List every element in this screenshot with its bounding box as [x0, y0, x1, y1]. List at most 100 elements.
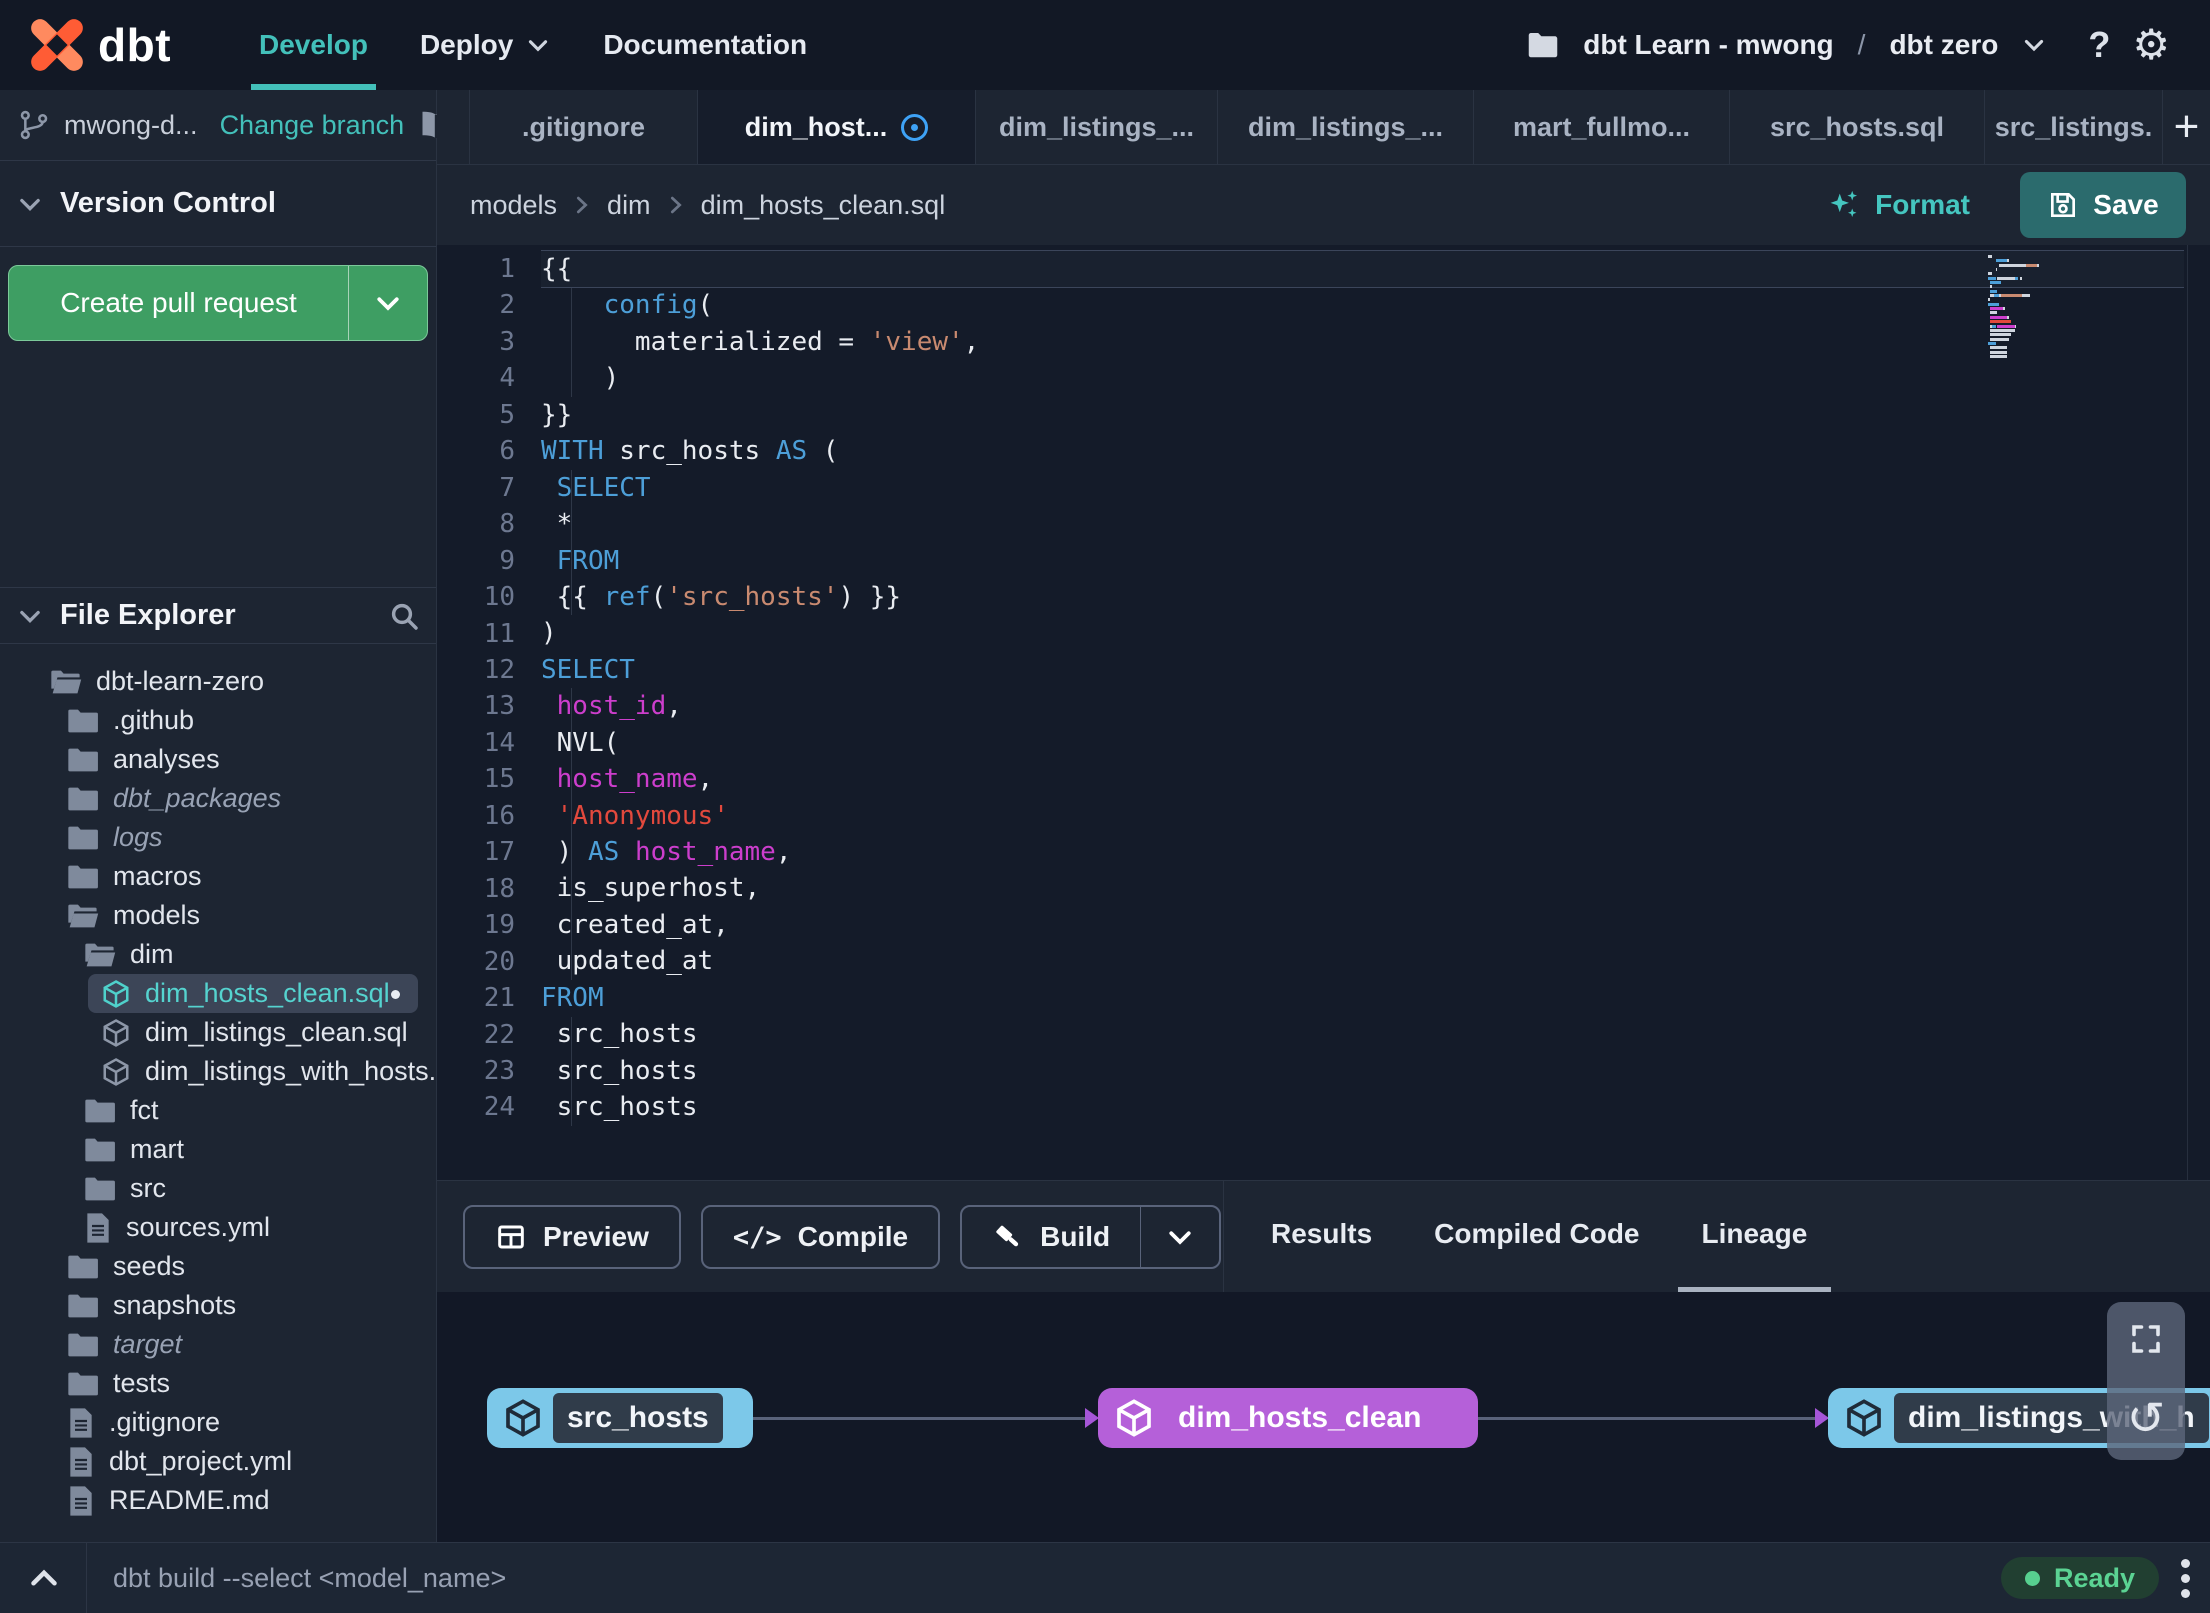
change-branch-link[interactable]: Change branch — [220, 110, 405, 141]
code-line[interactable]: }} — [541, 397, 2184, 433]
tree-item[interactable]: fct — [0, 1091, 436, 1130]
nav-item-documentation[interactable]: Documentation — [577, 0, 833, 90]
tree-item[interactable]: mart — [0, 1130, 436, 1169]
tree-item[interactable]: target — [0, 1325, 436, 1364]
search-icon[interactable] — [388, 600, 420, 632]
lineage-canvas[interactable]: src_hosts dim_hosts_clean dim_listings_wit… — [437, 1292, 2210, 1542]
compile-button-main[interactable]: </> Compile — [703, 1207, 938, 1267]
tree-item[interactable]: seeds — [0, 1247, 436, 1286]
tree-item[interactable]: sources.yml — [0, 1208, 436, 1247]
code-line[interactable]: updated_at — [541, 943, 2184, 979]
code-line[interactable]: SELECT — [541, 652, 2184, 688]
lineage-node[interactable]: src_hosts — [487, 1388, 753, 1448]
code-line[interactable]: * — [541, 506, 2184, 542]
panel-tab-results[interactable]: Results — [1247, 1181, 1396, 1292]
code-token: ( — [697, 290, 714, 321]
sparkles-icon — [1827, 188, 1861, 222]
breadcrumb-item[interactable]: models — [470, 190, 557, 221]
tree-item[interactable]: dim_listings_clean.sql — [0, 1013, 436, 1052]
code-line[interactable]: src_hosts — [541, 1089, 2184, 1125]
create-pull-request-main[interactable]: Create pull request — [9, 266, 348, 340]
tree-item[interactable]: dim_hosts_clean.sql — [0, 974, 436, 1013]
tree-item[interactable]: README.md — [0, 1481, 436, 1520]
code-editor[interactable]: 1 2 3 4 5 6 7 8 9 10 11 12 13 14 15 16 17 18 19 20 21 22 23 24 … — [437, 245, 2210, 1180]
code-line[interactable]: materialized = 'view', — [541, 324, 2184, 360]
tree-item[interactable]: snapshots — [0, 1286, 436, 1325]
code-line[interactable]: is_superhost, — [541, 870, 2184, 906]
tree-item[interactable]: dbt_packages — [0, 779, 436, 818]
code-line[interactable]: {{ ref('src_hosts') }} — [541, 579, 2184, 615]
nav-item-deploy[interactable]: Deploy — [394, 0, 577, 90]
line-number: 24 — [483, 1092, 515, 1123]
project-account[interactable]: dbt Learn - mwong — [1583, 29, 1833, 61]
format-button[interactable]: Format — [1827, 188, 1970, 222]
code-line[interactable]: FROM — [541, 543, 2184, 579]
code-line[interactable]: src_hosts — [541, 1016, 2184, 1052]
preview-button-main[interactable]: Preview — [465, 1207, 679, 1267]
file-tab[interactable]: .gitignore — [470, 90, 698, 164]
tree-item[interactable]: tests — [0, 1364, 436, 1403]
lineage-node[interactable]: dim_hosts_clean — [1098, 1388, 1478, 1448]
code-line[interactable]: ) — [541, 360, 2184, 396]
branch-name[interactable]: mwong-d... — [64, 110, 198, 141]
code-line[interactable]: src_hosts — [541, 1053, 2184, 1089]
file-tab[interactable]: dim_host... — [698, 90, 976, 164]
build-dropdown-button[interactable] — [1141, 1207, 1219, 1267]
tree-item[interactable]: .github — [0, 701, 436, 740]
save-button[interactable]: Save — [2020, 172, 2186, 238]
code-line[interactable]: config( — [541, 287, 2184, 323]
breadcrumb-item[interactable]: dim — [607, 190, 651, 221]
code-line[interactable]: ) — [541, 615, 2184, 651]
breadcrumb-item[interactable]: dim_hosts_clean.sql — [701, 190, 946, 221]
editor-minimap[interactable] — [1988, 255, 2050, 359]
fullscreen-icon[interactable] — [2128, 1321, 2164, 1357]
build-button-main[interactable]: Build — [962, 1207, 1140, 1267]
panel-tab-lineage[interactable]: Lineage — [1677, 1181, 1832, 1292]
settings-gear-icon[interactable]: ⚙ — [2132, 24, 2170, 66]
code-line[interactable]: ) AS host_name, — [541, 834, 2184, 870]
file-tab[interactable]: src_hosts.sql — [1730, 90, 1985, 164]
tree-item[interactable]: .gitignore — [0, 1403, 436, 1442]
file-tab[interactable]: dim_listings_... — [976, 90, 1218, 164]
tree-item[interactable]: models — [0, 896, 436, 935]
tree-item[interactable]: src — [0, 1169, 436, 1208]
tree-item[interactable]: dim — [0, 935, 436, 974]
tree-item[interactable]: macros — [0, 857, 436, 896]
chevron-down-icon[interactable] — [2020, 31, 2048, 59]
version-control-header[interactable]: Version Control — [0, 161, 436, 247]
code-line[interactable]: host_id, — [541, 688, 2184, 724]
nav-item-develop[interactable]: Develop — [233, 0, 394, 90]
code-line[interactable]: NVL( — [541, 725, 2184, 761]
file-tab[interactable]: src_listings. — [1985, 90, 2163, 164]
file-tab[interactable]: mart_fullmo... — [1474, 90, 1730, 164]
code-line[interactable]: FROM — [541, 980, 2184, 1016]
file-icon — [67, 1446, 95, 1478]
code-content[interactable]: {{ config( materialized = 'view', )}} WIT… — [541, 251, 2184, 1126]
tree-item[interactable]: analyses — [0, 740, 436, 779]
code-line[interactable]: WITH src_hosts AS ( — [541, 433, 2184, 469]
refresh-icon[interactable]: ↺ — [2127, 1395, 2166, 1441]
dbt-logo[interactable]: dbt — [28, 16, 171, 74]
code-line[interactable]: {{ — [541, 251, 2184, 288]
tree-item[interactable]: dim_listings_with_hosts... — [0, 1052, 436, 1091]
pr-dropdown-button[interactable] — [349, 266, 427, 340]
editor-scrollbar[interactable] — [2187, 245, 2188, 1180]
new-tab-button[interactable]: + — [2163, 90, 2210, 164]
file-explorer-header[interactable]: File Explorer — [0, 587, 436, 644]
project-name[interactable]: dbt zero — [1889, 29, 1998, 61]
code-line[interactable]: created_at, — [541, 907, 2184, 943]
tree-item[interactable]: dbt_project.yml — [0, 1442, 436, 1481]
chevron-up-icon[interactable] — [26, 1560, 62, 1596]
code-line[interactable]: host_name, — [541, 761, 2184, 797]
kebab-menu-icon[interactable] — [2181, 1558, 2190, 1598]
command-input[interactable]: dbt build --select <model_name> — [113, 1563, 506, 1594]
file-tab[interactable]: dim_listings_... — [1218, 90, 1474, 164]
minimap-seg — [1989, 354, 2007, 358]
panel-tab-compiled-code[interactable]: Compiled Code — [1410, 1181, 1663, 1292]
tree-item[interactable]: dbt-learn-zero — [0, 662, 436, 701]
tree-item-label: logs — [113, 822, 163, 852]
code-line[interactable]: SELECT — [541, 470, 2184, 506]
code-line[interactable]: 'Anonymous' — [541, 798, 2184, 834]
tree-item[interactable]: logs — [0, 818, 436, 857]
help-icon[interactable]: ? — [2088, 24, 2110, 66]
